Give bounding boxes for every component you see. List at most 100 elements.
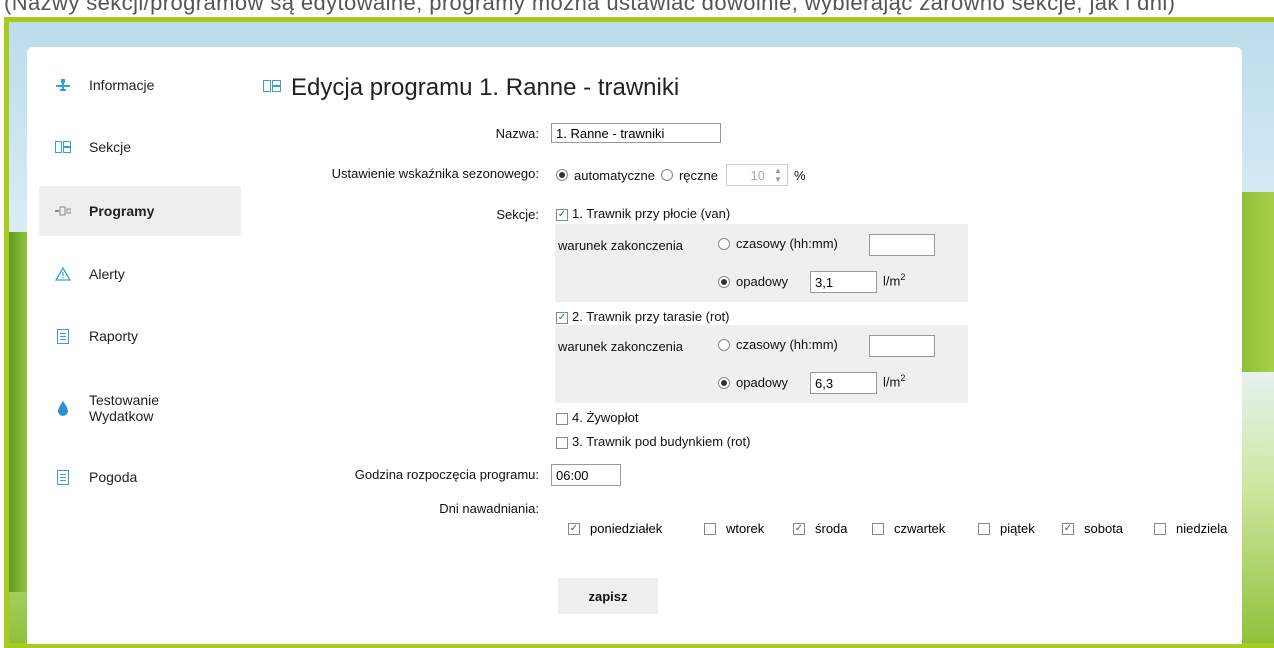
sections-icon bbox=[55, 139, 71, 155]
sidebar-item-raporty[interactable]: Raporty bbox=[39, 311, 241, 361]
rain-radio[interactable] bbox=[718, 376, 730, 389]
time-input[interactable] bbox=[869, 234, 935, 256]
start-time-input[interactable] bbox=[551, 464, 621, 486]
seasonal-value: 10 bbox=[750, 168, 765, 183]
sidebar-item-pogoda[interactable]: Pogoda bbox=[39, 452, 241, 502]
day-wednesday-checkbox[interactable]: ✓ bbox=[793, 522, 805, 535]
section-1-checkbox[interactable]: ✓ bbox=[556, 208, 568, 221]
day-monday-checkbox[interactable]: ✓ bbox=[568, 522, 580, 535]
water-drop-icon bbox=[55, 400, 71, 416]
rain-radio[interactable] bbox=[718, 275, 730, 288]
day-label: sobota bbox=[1084, 521, 1124, 536]
unit-text: l/m bbox=[883, 374, 901, 390]
sidebar-item-label: Pogoda bbox=[89, 469, 138, 485]
day-sunday-checkbox[interactable] bbox=[1154, 522, 1166, 535]
rain-label: opadowy bbox=[736, 274, 789, 289]
day-label: niedziela bbox=[1176, 521, 1228, 536]
time-radio[interactable] bbox=[718, 338, 730, 351]
end-condition-label: warunek zakonczenia bbox=[558, 339, 684, 354]
sections-label: Sekcje: bbox=[496, 207, 539, 222]
seasonal-label: Ustawienie wskaźnika sezonowego: bbox=[331, 166, 539, 181]
day-label: wtorek bbox=[726, 521, 765, 536]
sidebar-item-label: Sekcje bbox=[89, 139, 132, 155]
day-tuesday-checkbox[interactable] bbox=[704, 522, 716, 535]
top-caption-text: (Nazwy sekcji/programów są edytowalne, p… bbox=[4, 0, 1176, 15]
time-condition: czasowy (hh:mm) bbox=[718, 337, 838, 352]
sections-icon bbox=[263, 79, 281, 98]
rain-input[interactable] bbox=[810, 271, 877, 293]
seasonal-manual-label: ręczne bbox=[678, 167, 718, 183]
section-row: 4. Żywopłot bbox=[556, 410, 638, 425]
section-row: ✓ 2. Trawnik przy tarasie (rot) bbox=[556, 309, 730, 324]
save-button[interactable]: zapisz bbox=[558, 578, 658, 614]
time-label: czasowy (hh:mm) bbox=[736, 337, 838, 352]
sidebar-item-programy[interactable]: Programy bbox=[39, 186, 241, 236]
rain-unit: l/m2 bbox=[883, 272, 905, 288]
weather-doc-icon bbox=[55, 469, 71, 485]
name-label: Nazwa: bbox=[495, 126, 539, 141]
name-input[interactable] bbox=[551, 123, 721, 143]
sidebar-item-label: Informacje bbox=[89, 77, 155, 93]
section-3-name: 4. Żywopłot bbox=[572, 410, 639, 425]
sidebar-item-alerty[interactable]: Alerty bbox=[39, 249, 241, 299]
sidebar-item-label: Raporty bbox=[89, 328, 139, 344]
seasonal-auto-label: automatyczne bbox=[574, 167, 655, 183]
day-tuesday[interactable]: wtorek bbox=[704, 521, 764, 536]
sidebar-item-label: Testowanie Wydatkow bbox=[89, 392, 160, 424]
stepper-arrows-icon[interactable]: ▲ ▼ bbox=[774, 166, 782, 184]
day-sunday[interactable]: niedziela bbox=[1154, 521, 1227, 536]
rain-input[interactable] bbox=[810, 372, 877, 394]
time-input[interactable] bbox=[869, 335, 935, 357]
day-saturday[interactable]: ✓ sobota bbox=[1062, 521, 1123, 536]
seasonal-manual-radio[interactable] bbox=[660, 169, 673, 181]
unit-sup: 2 bbox=[900, 373, 906, 383]
rain-unit: l/m2 bbox=[883, 373, 905, 389]
rain-condition: opadowy bbox=[718, 375, 788, 390]
seasonal-auto-radio[interactable] bbox=[556, 169, 568, 181]
section-2-checkbox[interactable]: ✓ bbox=[556, 311, 568, 324]
sidebar-item-sekcje[interactable]: Sekcje bbox=[39, 122, 241, 172]
seasonal-controls: automatyczne ręczne 10 ▲ ▼ % bbox=[556, 164, 806, 186]
page-title: Edycja programu 1. Ranne - trawniki bbox=[263, 74, 679, 102]
report-icon bbox=[55, 328, 71, 344]
warning-icon bbox=[55, 266, 71, 282]
days-label: Dni nawadniania: bbox=[439, 501, 539, 516]
section-2-condition-box: warunek zakonczenia czasowy (hh:mm) opad… bbox=[555, 325, 968, 403]
seasonal-stepper[interactable]: 10 ▲ ▼ bbox=[725, 164, 788, 186]
section-2-name: 2. Trawnik przy tarasie (rot) bbox=[572, 309, 730, 324]
network-icon bbox=[55, 77, 71, 93]
start-time-label: Godzina rozpoczęcia programu: bbox=[354, 467, 539, 482]
top-caption: (Nazwy sekcji/programów są edytowalne, p… bbox=[0, 0, 1274, 18]
end-condition-label: warunek zakonczenia bbox=[558, 238, 684, 253]
sidebar-item-informacje[interactable]: Informacje bbox=[39, 60, 241, 110]
rain-label: opadowy bbox=[736, 375, 789, 390]
program-icon bbox=[55, 203, 71, 219]
main-panel: Informacje Sekcje Programy Alerty Raport… bbox=[27, 47, 1242, 644]
sidebar-item-label: Alerty bbox=[89, 266, 125, 282]
day-monday[interactable]: ✓ poniedziałek bbox=[568, 521, 662, 536]
day-thursday[interactable]: czwartek bbox=[872, 521, 945, 536]
unit-sup: 2 bbox=[900, 272, 906, 282]
unit-text: l/m bbox=[883, 273, 901, 289]
day-wednesday[interactable]: ✓ środa bbox=[793, 521, 848, 536]
day-friday[interactable]: piątek bbox=[978, 521, 1035, 536]
percent-sign: % bbox=[793, 167, 806, 183]
day-label: czwartek bbox=[894, 521, 946, 536]
sidebar-item-label: Programy bbox=[89, 203, 155, 219]
section-3-checkbox[interactable] bbox=[556, 412, 568, 425]
time-condition: czasowy (hh:mm) bbox=[718, 236, 838, 251]
section-4-name: 3. Trawnik pod budynkiem (rot) bbox=[572, 434, 751, 449]
day-saturday-checkbox[interactable]: ✓ bbox=[1062, 522, 1074, 535]
rain-condition: opadowy bbox=[718, 274, 788, 289]
day-thursday-checkbox[interactable] bbox=[872, 522, 884, 535]
time-label: czasowy (hh:mm) bbox=[736, 236, 838, 251]
section-1-name: 1. Trawnik przy płocie (van) bbox=[572, 206, 731, 221]
time-radio[interactable] bbox=[718, 237, 730, 250]
section-4-checkbox[interactable] bbox=[556, 436, 568, 449]
section-1-condition-box: warunek zakonczenia czasowy (hh:mm) opad… bbox=[555, 224, 968, 302]
page-title-text: Edycja programu 1. Ranne - trawniki bbox=[291, 74, 680, 101]
sidebar-item-testowanie[interactable]: Testowanie Wydatkow bbox=[39, 383, 241, 433]
section-row: ✓ 1. Trawnik przy płocie (van) bbox=[556, 206, 730, 221]
day-label: poniedziałek bbox=[590, 521, 663, 536]
day-friday-checkbox[interactable] bbox=[978, 522, 990, 535]
